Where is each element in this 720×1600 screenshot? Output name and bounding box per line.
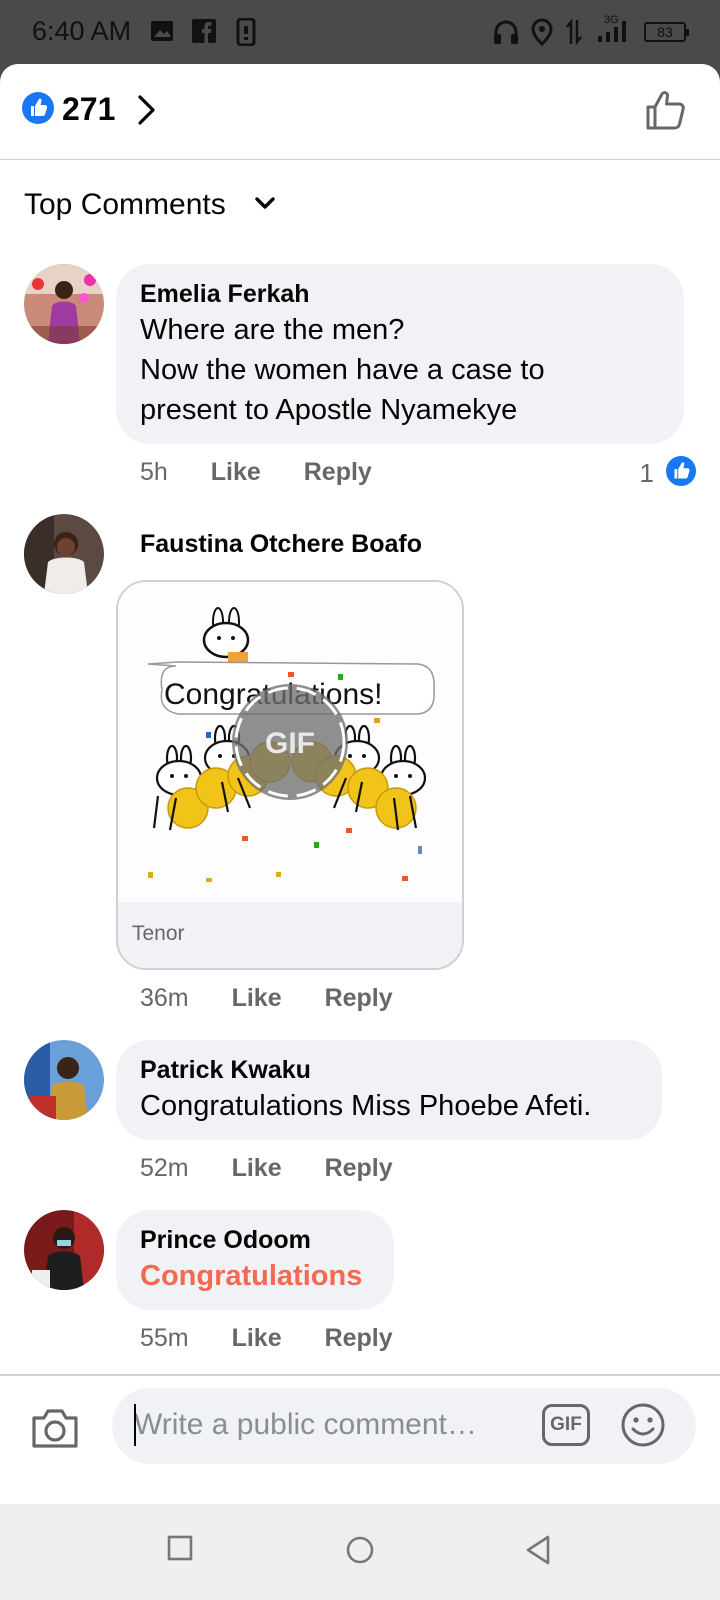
avatar[interactable] (24, 514, 104, 594)
camera-icon[interactable] (30, 1406, 80, 1455)
gif-badge: GIF (265, 727, 315, 760)
comment-text: Congratulations (140, 1260, 363, 1292)
reply-button[interactable]: Reply (304, 458, 372, 487)
data-transfer-icon (566, 18, 582, 51)
comment-sort-dropdown[interactable]: Top Comments (24, 188, 275, 228)
status-time: 6:40 AM (32, 16, 132, 46)
comment-text-line: Where are the men? (140, 314, 405, 346)
gif-footer: Tenor (118, 902, 462, 968)
comment-author[interactable]: Emelia Ferkah (140, 278, 660, 310)
back-button[interactable] (524, 1534, 554, 1571)
gif-source: Tenor (132, 922, 185, 945)
like-comment-button[interactable]: Like (232, 1154, 282, 1183)
comment-bubble: Prince Odoom Congratulations (116, 1210, 394, 1310)
comment-time: 52m (140, 1154, 189, 1182)
chevron-down-icon (254, 196, 276, 217)
headphones-icon (492, 18, 520, 51)
comments-sheet: 271 Top Comments Emelia Ferkah Where are… (0, 64, 720, 1504)
comment-actions: 52m Like Reply (140, 1154, 429, 1183)
system-navigation-bar (0, 1504, 720, 1600)
comment-actions: 5h Like Reply (140, 458, 408, 487)
gif-preview-image: Congratulations! (118, 582, 462, 906)
comment-bubble: Emelia Ferkah Where are the men? Now the… (116, 264, 684, 444)
emoji-icon[interactable] (620, 1402, 666, 1453)
facebook-notification-icon (192, 18, 218, 49)
like-post-button[interactable] (644, 88, 688, 137)
signal-strength-icon (596, 18, 630, 49)
comment-actions: 36m Like Reply (140, 984, 429, 1013)
reply-button[interactable]: Reply (325, 984, 393, 1013)
comment-text: Congratulations Miss Phoebe Afeti. (140, 1090, 592, 1122)
reply-button[interactable]: Reply (325, 1324, 393, 1353)
battery-level: 83 (644, 22, 689, 42)
gif-button[interactable]: GIF (542, 1404, 590, 1446)
like-comment-button[interactable]: Like (232, 984, 282, 1013)
like-reaction-icon (664, 454, 698, 488)
text-cursor (134, 1404, 136, 1446)
comment-author[interactable]: Patrick Kwaku (140, 1054, 638, 1086)
comment-time: 36m (140, 984, 189, 1012)
location-icon (530, 18, 554, 51)
avatar[interactable] (24, 1040, 104, 1120)
comment-text-line: Now the women have a case to (140, 354, 545, 386)
like-reaction-icon (22, 92, 54, 124)
gif-attachment[interactable]: Congratulations! (116, 580, 464, 970)
sort-label: Top Comments (24, 188, 226, 221)
like-comment-button[interactable]: Like (211, 458, 261, 487)
reactions-header: 271 (0, 64, 720, 160)
image-notification-icon (150, 18, 176, 49)
chevron-right-icon[interactable] (134, 94, 158, 131)
like-comment-button[interactable]: Like (232, 1324, 282, 1353)
comment-author[interactable]: Prince Odoom (140, 1224, 370, 1256)
comment-actions: 55m Like Reply (140, 1324, 429, 1353)
comment-bubble: Patrick Kwaku Congratulations Miss Phoeb… (116, 1040, 662, 1140)
comment-author[interactable]: Faustina Otchere Boafo (140, 528, 422, 560)
avatar[interactable] (24, 1210, 104, 1290)
comment-time: 55m (140, 1324, 189, 1352)
comment-text-line: present to Apostle Nyamekye (140, 394, 518, 426)
reply-button[interactable]: Reply (325, 1154, 393, 1183)
reaction-count[interactable]: 271 (62, 91, 115, 128)
comment-composer: GIF (0, 1374, 720, 1474)
status-bar: 6:40 AM 3G 83 (0, 0, 720, 64)
recent-apps-button[interactable] (166, 1534, 194, 1567)
avatar[interactable] (24, 264, 104, 344)
comment-time: 5h (140, 458, 168, 486)
comment-like-count[interactable]: 1 (640, 458, 654, 489)
phone-notification-icon (236, 17, 256, 51)
comment-input[interactable] (134, 1408, 534, 1442)
home-button[interactable] (344, 1534, 376, 1571)
comment-input-box[interactable]: GIF (112, 1388, 696, 1464)
